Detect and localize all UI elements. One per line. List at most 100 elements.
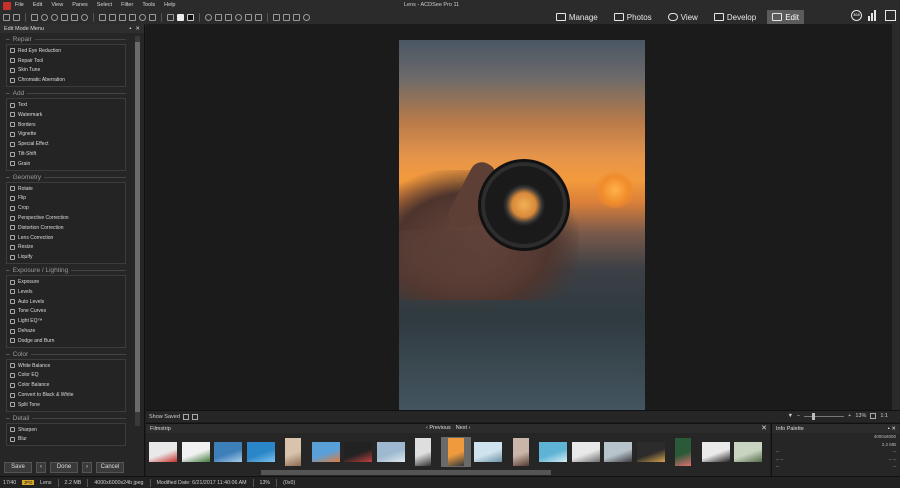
back-button[interactable]: ‹ (36, 461, 46, 473)
menu-item-distortion-correction[interactable]: Distortion Correction (7, 223, 125, 233)
lasso-tool-icon[interactable] (41, 14, 48, 21)
menu-item-borders[interactable]: Borders (7, 120, 125, 130)
menu-item-special-effect[interactable]: Special Effect (7, 139, 125, 149)
arrow-tool-icon[interactable] (119, 14, 126, 21)
menu-item-chromatic-aberration[interactable]: Chromatic Aberration (7, 75, 125, 85)
filmstrip-scrollbar[interactable] (261, 470, 551, 475)
filmstrip-thumbnail[interactable] (148, 437, 178, 467)
section-title[interactable]: – Geometry (6, 173, 126, 182)
filmstrip-thumbnail[interactable] (343, 437, 373, 467)
menu-item-levels[interactable]: Levels (7, 287, 125, 297)
mode-manage-button[interactable]: Manage (551, 10, 603, 24)
section-title[interactable]: – Exposure / Lighting (6, 266, 126, 275)
zoom-in-icon[interactable]: + (848, 413, 851, 419)
fit-icon[interactable] (870, 413, 877, 419)
background-color-swatch[interactable] (187, 14, 194, 21)
mode-view-button[interactable]: View (663, 10, 703, 24)
actual-size-button[interactable]: 1:1 (880, 413, 888, 419)
gradient-tool-icon[interactable] (71, 14, 78, 21)
hand-tool-icon[interactable] (13, 14, 20, 21)
mode-edit-button[interactable]: Edit (767, 10, 804, 24)
filmstrip-thumbnail[interactable] (538, 437, 568, 467)
menu-file[interactable]: File (15, 1, 24, 10)
menu-item-rotate[interactable]: Rotate (7, 184, 125, 194)
shape-tool-icon[interactable] (81, 14, 88, 21)
menu-item-dehaze[interactable]: Dehaze (7, 326, 125, 336)
mode-develop-button[interactable]: Develop (709, 10, 761, 24)
zoom-out-icon[interactable]: – (797, 413, 800, 419)
undo-icon[interactable] (273, 14, 280, 21)
mask-icon[interactable] (225, 14, 232, 21)
menu-item-color-eq[interactable]: Color EQ (7, 371, 125, 381)
close-icon[interactable]: ✕ (761, 424, 767, 433)
section-title[interactable]: – Detail (6, 414, 126, 423)
menu-panes[interactable]: Panes (72, 1, 88, 10)
light-icon[interactable] (235, 14, 242, 21)
zoom-value[interactable]: 13% (855, 413, 866, 419)
filmstrip-thumbnail[interactable] (571, 437, 601, 467)
menu-item-color-balance[interactable]: Color Balance (7, 380, 125, 390)
menu-edit[interactable]: Edit (33, 1, 42, 10)
history-icon[interactable] (293, 14, 300, 21)
dashboard-icon[interactable] (868, 10, 879, 21)
menu-item-resize[interactable]: Resize (7, 243, 125, 253)
panel-scrollbar[interactable] (135, 36, 140, 426)
fullscreen-icon[interactable] (885, 10, 896, 21)
scrollbar-thumb[interactable] (135, 42, 140, 412)
cancel-button[interactable]: Cancel (96, 461, 124, 473)
filmstrip-thumbnail[interactable] (473, 437, 503, 467)
menu-item-white-balance[interactable]: White Balance (7, 361, 125, 371)
menu-item-exposure[interactable]: Exposure (7, 277, 125, 287)
menu-item-dodge-and-burn[interactable]: Dodge and Burn (7, 336, 125, 346)
section-title[interactable]: – Repair (6, 35, 126, 44)
line-tool-icon[interactable] (109, 14, 116, 21)
menu-item-sharpen[interactable]: Sharpen (7, 425, 125, 435)
menu-item-crop[interactable]: Crop (7, 203, 125, 213)
pen-tool-icon[interactable] (129, 14, 136, 21)
forward-button[interactable]: › (82, 461, 92, 473)
menu-item-lens-correction[interactable]: Lens Correction (7, 233, 125, 243)
filmstrip-thumbnail[interactable] (701, 437, 731, 467)
close-icon[interactable]: ✕ (135, 26, 140, 32)
filmstrip-thumbnail[interactable] (603, 437, 633, 467)
zoom-tool-icon[interactable] (31, 14, 38, 21)
filmstrip-thumbnail[interactable] (408, 437, 438, 467)
menu-tools[interactable]: Tools (142, 1, 155, 10)
zoom-down-icon[interactable]: ▼ (788, 413, 793, 419)
foreground-color-swatch[interactable] (177, 14, 184, 21)
eyedropper-icon[interactable] (167, 14, 174, 21)
rectangle-select-icon[interactable] (99, 14, 106, 21)
filmstrip-thumbnail[interactable] (636, 437, 666, 467)
close-icon[interactable]: ✕ (891, 426, 896, 432)
menu-item-watermark[interactable]: Watermark (7, 110, 125, 120)
menu-item-text[interactable]: Text (7, 100, 125, 110)
menu-item-tone-curves[interactable]: Tone Curves (7, 307, 125, 317)
menu-item-liquify[interactable]: Liquify (7, 252, 125, 262)
compare-icon[interactable] (182, 413, 189, 420)
zoom-slider[interactable] (804, 412, 845, 420)
mode-photos-button[interactable]: Photos (609, 10, 657, 24)
adjust-icon[interactable] (255, 14, 262, 21)
save-button[interactable]: Save (4, 461, 32, 473)
magic-wand-icon[interactable] (51, 14, 58, 21)
menu-item-vignette[interactable]: Vignette (7, 130, 125, 140)
filmstrip-thumbnail[interactable] (213, 437, 243, 467)
menu-item-tilt-shift[interactable]: Tilt-Shift (7, 149, 125, 159)
edited-photo[interactable] (399, 40, 645, 410)
menu-item-convert-to-black-white[interactable]: Convert to Black & White (7, 390, 125, 400)
done-button[interactable]: Done (50, 461, 78, 473)
redo-icon[interactable] (283, 14, 290, 21)
filmstrip-thumbnail[interactable] (376, 437, 406, 467)
pin-icon[interactable]: ▪ (129, 26, 131, 32)
histogram-icon[interactable] (191, 413, 198, 420)
viewer-scrollbar[interactable] (892, 24, 900, 410)
layers-icon[interactable] (245, 14, 252, 21)
menu-item-skin-tune[interactable]: Skin Tune (7, 66, 125, 76)
select-tool-icon[interactable] (3, 14, 10, 21)
menu-select[interactable]: Select (97, 1, 112, 10)
menu-help[interactable]: Help (164, 1, 175, 10)
filmstrip-thumbnail[interactable] (440, 436, 471, 467)
filmstrip-thumbnail[interactable] (246, 437, 276, 467)
menu-item-light-eq[interactable]: Light EQ™ (7, 316, 125, 326)
ellipse-tool-icon[interactable] (139, 14, 146, 21)
